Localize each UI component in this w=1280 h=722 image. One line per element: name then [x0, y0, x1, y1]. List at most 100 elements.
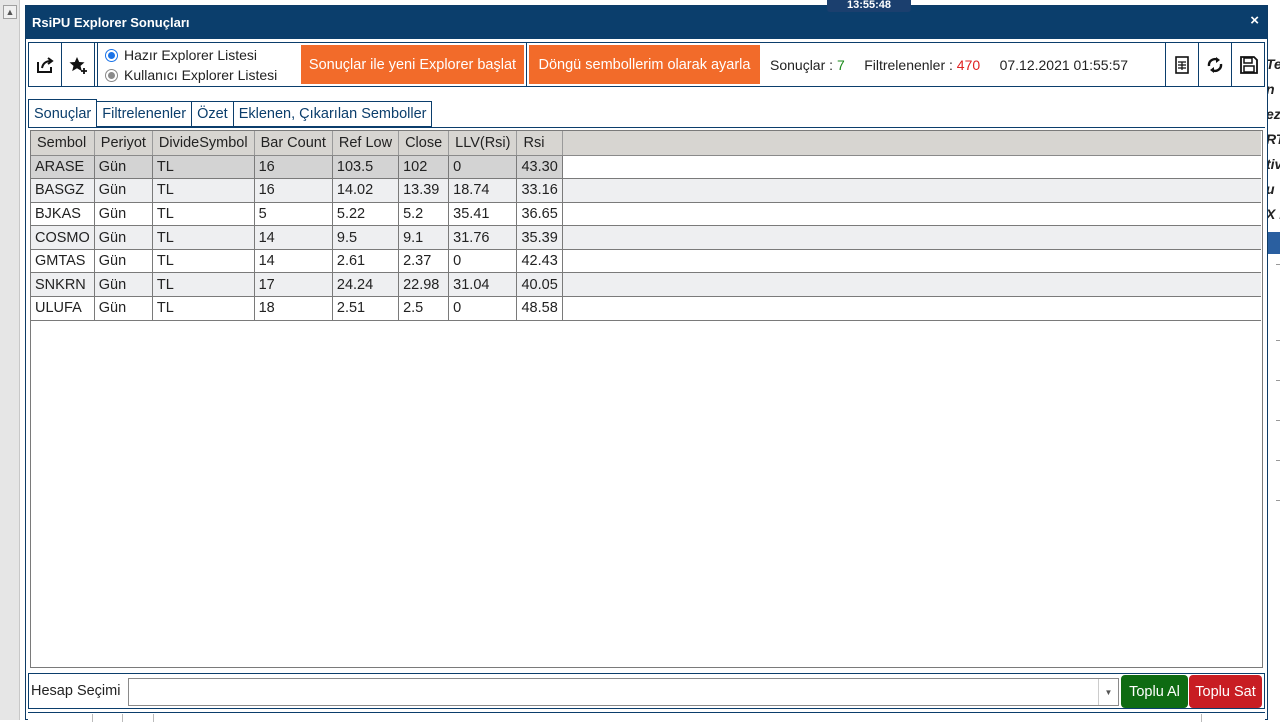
account-select[interactable]: ▼: [128, 678, 1119, 706]
table-cell: Gün: [94, 225, 153, 250]
table-cell-filler: [562, 178, 1262, 203]
table-cell: GMTAS: [31, 249, 95, 274]
radio-button-checked[interactable]: [105, 48, 118, 62]
table-cell: 48.58: [516, 296, 563, 321]
table-cell: 24.24: [332, 272, 400, 298]
background-tick: [1276, 264, 1280, 265]
column-header[interactable]: Sembol: [31, 131, 95, 156]
column-header[interactable]: Close: [398, 131, 450, 156]
refresh-button[interactable]: [1199, 43, 1232, 86]
radio-ready-list[interactable]: Hazır Explorer Listesi: [105, 45, 277, 65]
radio-user-list[interactable]: Kullanıcı Explorer Listesi: [105, 65, 277, 85]
explorer-list-radio-group: Hazır Explorer Listesi Kullanıcı Explore…: [105, 45, 277, 85]
table-row[interactable]: SNKRN Gün TL 17 24.24 22.98 31.04 40.05: [31, 272, 1262, 298]
table-cell: 17: [254, 272, 333, 298]
table-cell: TL: [152, 249, 255, 274]
results-label: Sonuçlar :: [770, 57, 834, 73]
table-row[interactable]: COSMO Gün TL 14 9.5 9.1 31.76 35.39: [31, 225, 1262, 250]
table-cell: SNKRN: [31, 272, 95, 298]
save-icon: [1239, 55, 1258, 74]
radio-button[interactable]: [105, 68, 118, 82]
table-cell: TL: [152, 296, 255, 321]
column-header[interactable]: DivideSymbol: [152, 131, 255, 156]
column-header[interactable]: LLV(Rsi): [448, 131, 518, 156]
scroll-up-arrow-icon[interactable]: ▲: [3, 5, 17, 19]
table-cell: 2.51: [332, 296, 400, 321]
export-icon: [37, 56, 54, 73]
table-row[interactable]: BJKAS Gün TL 5 5.22 5.2 35.41 36.65: [31, 202, 1262, 227]
column-header[interactable]: Bar Count: [254, 131, 333, 156]
table-cell: 18: [254, 296, 333, 321]
table-cell: 14.02: [332, 178, 400, 203]
table-cell: TL: [152, 225, 255, 250]
column-header[interactable]: Ref Low: [332, 131, 400, 156]
tab-summary[interactable]: Özet: [192, 101, 234, 127]
table-header-row: Sembol Periyot DivideSymbol Bar Count Re…: [31, 131, 1262, 156]
results-grid[interactable]: Sembol Periyot DivideSymbol Bar Count Re…: [30, 130, 1263, 668]
strip-divider: [153, 714, 154, 722]
table-cell: COSMO: [31, 225, 95, 250]
column-header[interactable]: Rsi: [516, 131, 563, 156]
filtered-label: Filtrelenenler :: [864, 57, 953, 73]
background-text-fragment: RT: [1266, 131, 1280, 147]
tab-added-removed-symbols[interactable]: Eklenen, Çıkarılan Semboller: [233, 101, 433, 127]
table-cell: 22.98: [398, 272, 450, 298]
table-cell: 35.39: [516, 225, 563, 250]
background-tick: [1276, 500, 1280, 501]
favorite-button[interactable]: [62, 43, 95, 86]
table-cell-filler: [562, 225, 1262, 250]
radio-label: Hazır Explorer Listesi: [124, 47, 258, 63]
table-cell-filler: [562, 155, 1262, 180]
tab-results[interactable]: Sonuçlar: [28, 99, 98, 127]
tab-underline: [28, 127, 1265, 128]
radio-label: Kullanıcı Explorer Listesi: [124, 67, 278, 83]
set-loop-symbols-button[interactable]: Döngü sembollerim olarak ayarla: [529, 45, 760, 84]
table-cell: Gün: [94, 272, 153, 298]
strip-divider: [92, 714, 93, 722]
table-row[interactable]: BASGZ Gün TL 16 14.02 13.39 18.74 33.16: [31, 178, 1262, 203]
table-cell: 102: [398, 155, 450, 180]
table-cell: 16: [254, 155, 333, 180]
strip-divider: [1201, 714, 1202, 722]
table-cell: 5.22: [332, 202, 400, 227]
column-header[interactable]: Periyot: [94, 131, 153, 156]
strip-divider: [122, 714, 123, 722]
save-button[interactable]: [1232, 43, 1265, 86]
table-cell: 31.76: [448, 225, 518, 250]
filtered-count: 470: [956, 57, 981, 73]
tab-filtered[interactable]: Filtrelenenler: [97, 101, 193, 127]
results-tabs: Sonuçlar Filtrelenenler Özet Eklenen, Çı…: [28, 99, 433, 127]
toolbar-separator: [526, 43, 527, 86]
table-cell: ARASE: [31, 155, 95, 180]
results-table: Sembol Periyot DivideSymbol Bar Count Re…: [31, 131, 1262, 321]
buy-all-button[interactable]: Toplu Al: [1121, 675, 1188, 708]
table-row[interactable]: ULUFA Gün TL 18 2.51 2.5 0 48.58: [31, 296, 1262, 321]
chevron-down-icon[interactable]: ▼: [1098, 679, 1118, 705]
excel-icon: [1175, 55, 1189, 74]
table-cell: 31.04: [448, 272, 518, 298]
star-add-icon: [69, 56, 87, 74]
table-row[interactable]: ARASE Gün TL 16 103.5 102 0 43.30: [31, 155, 1262, 180]
table-cell: 2.37: [398, 249, 450, 274]
background-selected-row: [1266, 232, 1280, 254]
title-bar[interactable]: RsiPU Explorer Sonuçları ×: [26, 6, 1267, 39]
table-cell: 40.05: [516, 272, 563, 298]
table-cell: Gün: [94, 178, 153, 203]
background-scrollbar: ▲: [0, 0, 20, 720]
table-cell: Gün: [94, 249, 153, 274]
table-cell: ULUFA: [31, 296, 95, 321]
table-cell: 5.2: [398, 202, 450, 227]
table-cell: 9.5: [332, 225, 400, 250]
table-cell: 103.5: [332, 155, 400, 180]
table-row[interactable]: GMTAS Gün TL 14 2.61 2.37 0 42.43: [31, 249, 1262, 274]
export-excel-button[interactable]: [1166, 43, 1199, 86]
background-right-panel: Ter n ez RT tiv u X l: [1266, 40, 1280, 720]
table-cell: 14: [254, 225, 333, 250]
toolbar: Hazır Explorer Listesi Kullanıcı Explore…: [28, 42, 1265, 87]
start-new-explorer-button[interactable]: Sonuçlar ile yeni Explorer başlat: [301, 45, 524, 84]
export-button[interactable]: [29, 43, 62, 86]
table-cell: 2.61: [332, 249, 400, 274]
background-text-fragment: X l: [1266, 206, 1280, 222]
close-icon[interactable]: ×: [1250, 12, 1259, 29]
sell-all-button[interactable]: Toplu Sat: [1189, 675, 1262, 708]
